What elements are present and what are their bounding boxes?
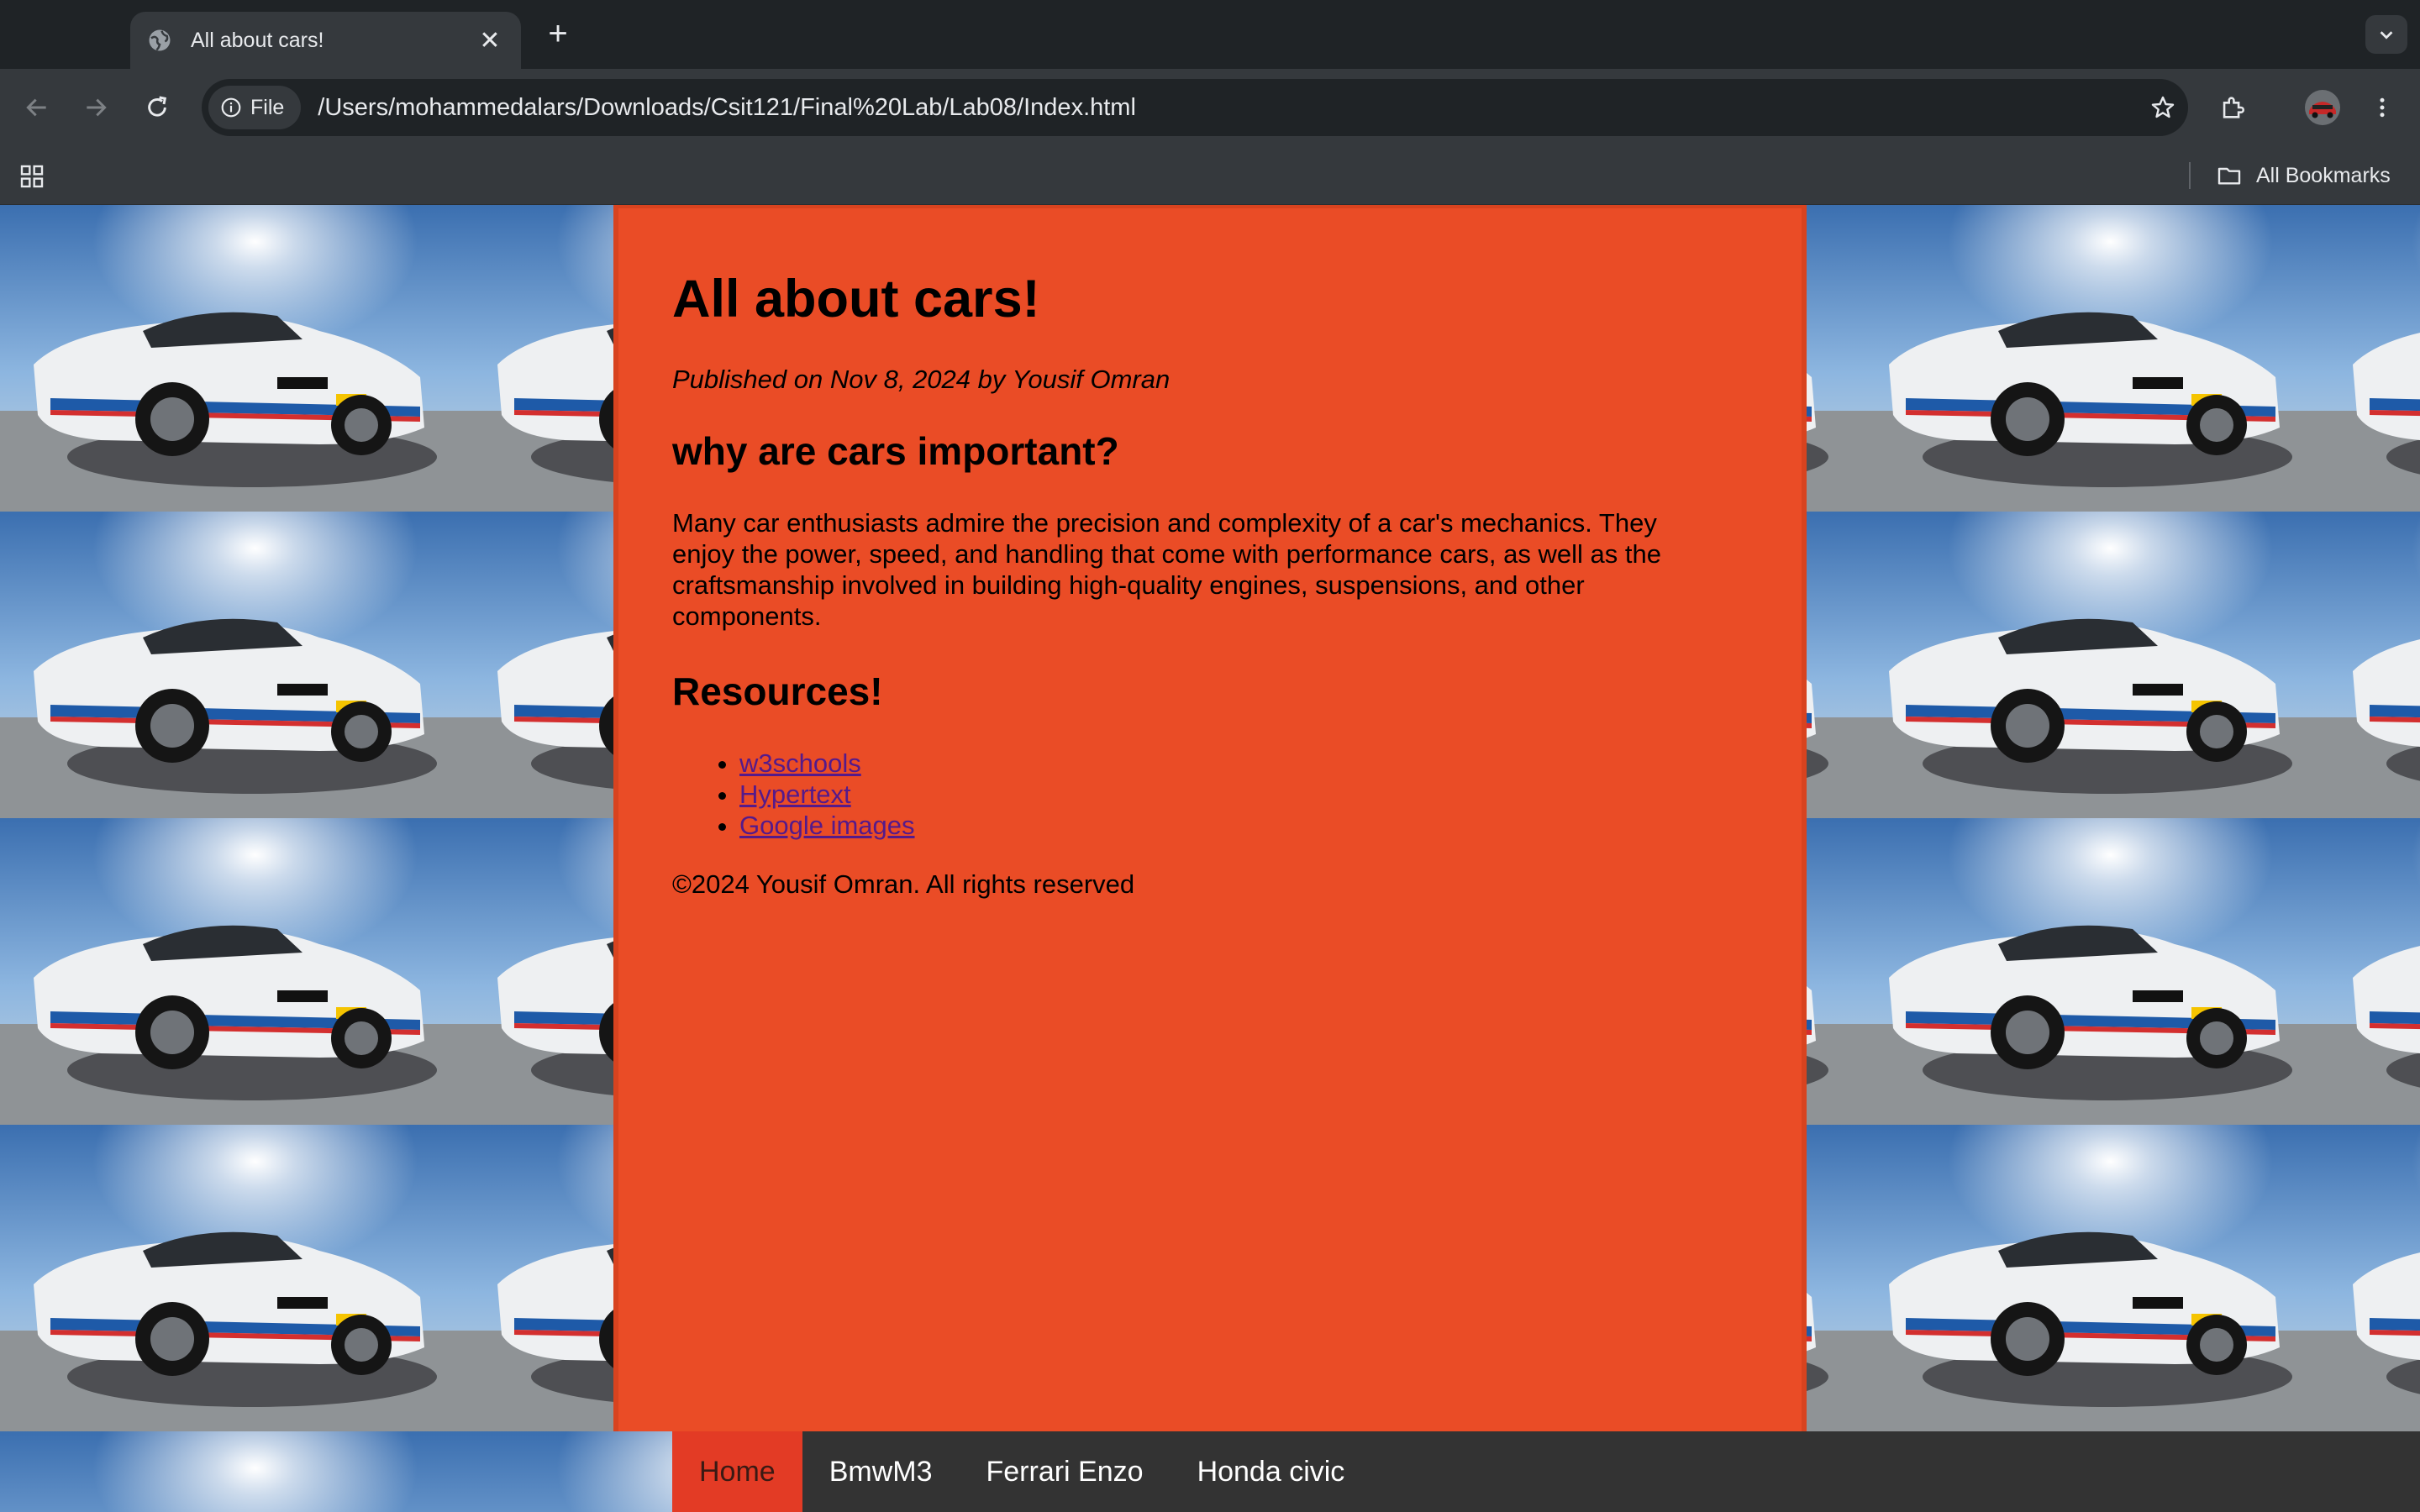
apps-grid-icon [20,165,44,188]
star-icon [2151,96,2175,118]
avatar [2305,90,2340,125]
published-byline: Published on Nov 8, 2024 by Yousif Omran [672,365,1171,394]
new-tab-button[interactable]: + [541,15,575,53]
reload-icon [148,96,167,117]
forward-button[interactable] [76,87,116,128]
browser-tab[interactable]: All about cars! ✕ [130,12,521,69]
link-w3schools[interactable]: w3schools [739,748,861,778]
bookmarks-bar: All Bookmarks [0,146,2420,205]
folder-icon [2217,167,2241,185]
browser-toolbar: File /Users/mohammedalars/Downloads/Csit… [0,69,2420,146]
apps-button[interactable] [18,163,45,194]
close-tab-icon[interactable]: ✕ [476,26,504,55]
site-info-chip[interactable]: File [208,86,302,129]
reload-button[interactable] [137,87,177,128]
browser-menu-button[interactable] [2362,87,2402,128]
profile-button[interactable] [2302,87,2343,128]
globe-icon [149,29,171,51]
body-paragraph: Many car enthusiasts admire the precisio… [672,508,1661,631]
kebab-menu-icon [2380,97,2385,118]
info-icon [221,97,241,118]
tab-title: All about cars! [191,28,324,52]
chevron-down-icon [2380,31,2393,39]
tab-strip: All about cars! ✕ + [0,0,2420,69]
section-heading-why: why are cars important? [672,429,1119,473]
copyright-footer: ©2024 Yousif Omran. All rights reserved [672,869,1135,899]
list-item: Google images [739,810,1802,841]
site-navbar: Home BmwM3 Ferrari Enzo Honda civic [672,1431,2420,1512]
bookmark-star-button[interactable] [2138,94,2188,121]
address-bar[interactable]: File /Users/mohammedalars/Downloads/Csit… [202,79,2188,136]
nav-ferrari-enzo[interactable]: Ferrari Enzo [960,1431,1171,1512]
list-item: w3schools [739,748,1802,779]
resources-list: w3schools Hypertext Google images [739,748,1802,841]
all-bookmarks-button[interactable]: All Bookmarks [2189,146,2391,205]
back-button[interactable] [17,87,57,128]
list-item: Hypertext [739,779,1802,810]
extensions-button[interactable] [2212,87,2253,128]
link-hypertext[interactable]: Hypertext [739,780,851,809]
divider [2189,162,2191,189]
tab-search-button[interactable] [2365,15,2407,54]
puzzle-icon [2223,97,2244,118]
nav-bmwm3[interactable]: BmwM3 [802,1431,960,1512]
page-viewport: All about cars! Published on Nov 8, 2024… [0,205,2420,1512]
page-title: All about cars! [672,270,1040,328]
nav-home[interactable]: Home [672,1431,802,1512]
url-text[interactable]: /Users/mohammedalars/Downloads/Csit121/F… [318,94,2138,122]
site-info-label: File [250,95,285,119]
link-google-images[interactable]: Google images [739,811,915,840]
all-bookmarks-label: All Bookmarks [2256,163,2391,187]
main-content: All about cars! Published on Nov 8, 2024… [613,205,1807,1431]
nav-honda-civic[interactable]: Honda civic [1171,1431,1372,1512]
section-heading-resources: Resources! [672,669,883,713]
forward-arrow-icon [87,98,107,117]
back-arrow-icon [26,98,46,117]
